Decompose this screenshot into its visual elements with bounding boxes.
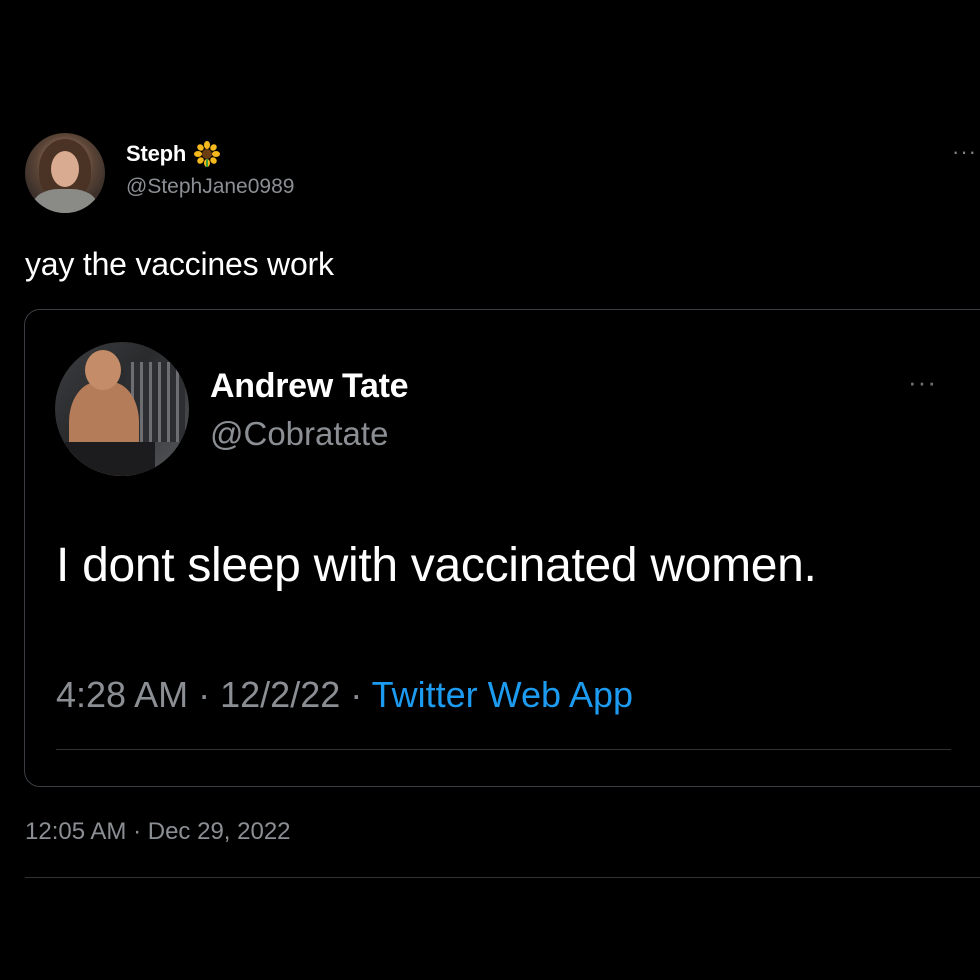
meta-separator: · [198, 674, 211, 715]
tweet-divider [25, 877, 980, 878]
more-options-icon[interactable]: ··· [952, 141, 977, 163]
quoted-tweet-meta: 4:28 AM · 12/2/22 · Twitter Web App [56, 674, 633, 716]
meta-separator: · [133, 818, 142, 845]
tweet-time[interactable]: 12:05 AM [25, 818, 126, 845]
quoted-tweet-text: I dont sleep with vaccinated women. [56, 539, 817, 592]
author-handle[interactable]: @StephJane0989 [126, 175, 294, 199]
quoted-more-options-icon[interactable]: ··· [908, 369, 937, 395]
tweet-container: Steph @StephJane0989 ··· yay the vaccine… [0, 0, 980, 980]
sunflower-icon [194, 141, 221, 167]
quoted-tweet-divider [56, 749, 951, 750]
author-name-label: Steph [126, 141, 187, 166]
quoted-author-name[interactable]: Andrew Tate [210, 367, 409, 406]
tweet-date[interactable]: Dec 29, 2022 [148, 818, 291, 845]
tweet-meta: 12:05 AM · Dec 29, 2022 [25, 818, 291, 846]
author-name[interactable]: Steph [126, 141, 221, 167]
quoted-tweet-source-link[interactable]: Twitter Web App [372, 674, 633, 715]
quoted-tweet-date[interactable]: 12/2/22 [220, 674, 340, 715]
author-avatar[interactable] [25, 133, 105, 213]
meta-separator: · [350, 674, 363, 715]
quoted-author-handle[interactable]: @Cobratate [210, 415, 388, 453]
quoted-author-avatar[interactable] [55, 342, 189, 476]
tweet-text: yay the vaccines work [25, 246, 334, 282]
quoted-tweet-time[interactable]: 4:28 AM [56, 674, 188, 715]
